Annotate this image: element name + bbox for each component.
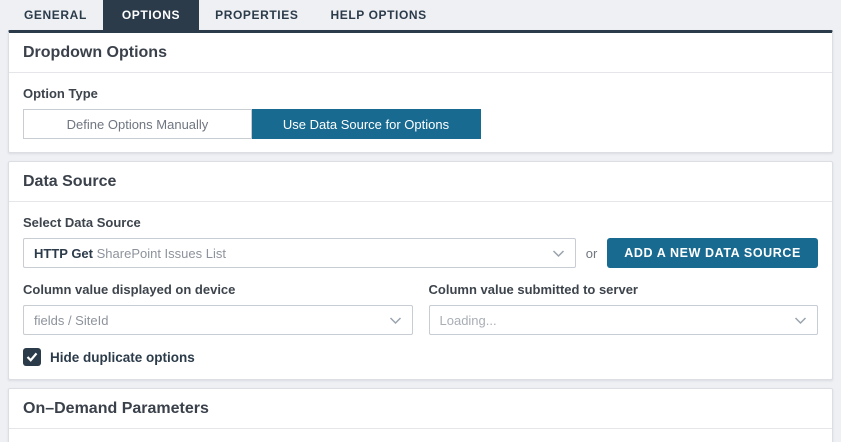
data-source-panel: Data Source Select Data Source HTTP Get …: [8, 161, 833, 380]
use-data-source-button[interactable]: Use Data Source for Options: [252, 109, 481, 139]
hide-duplicates-label: Hide duplicate options: [50, 350, 195, 365]
option-type-segmented-control: Define Options Manually Use Data Source …: [23, 109, 818, 139]
select-data-source-label: Select Data Source: [23, 215, 818, 230]
display-column-group: Column value displayed on device fields …: [23, 282, 413, 335]
display-column-select[interactable]: fields / SiteId: [23, 305, 413, 335]
chevron-down-icon: [552, 246, 565, 261]
tab-help-options[interactable]: HELP OPTIONS: [314, 0, 442, 30]
on-demand-parameters-title: On–Demand Parameters: [9, 389, 832, 429]
tab-bar: GENERAL OPTIONS PROPERTIES HELP OPTIONS: [8, 0, 833, 30]
data-source-title: Data Source: [9, 162, 832, 202]
chevron-down-icon: [794, 313, 807, 328]
submit-column-label: Column value submitted to server: [429, 282, 819, 297]
option-type-label: Option Type: [23, 86, 818, 101]
column-mapping-row: Column value displayed on device fields …: [23, 282, 818, 335]
data-source-name: SharePoint Issues List: [97, 246, 226, 261]
data-source-type: HTTP Get: [34, 246, 93, 261]
tab-general[interactable]: GENERAL: [8, 0, 103, 30]
dropdown-options-body: Option Type Define Options Manually Use …: [9, 73, 832, 152]
chevron-down-icon: [389, 313, 402, 328]
tab-options[interactable]: OPTIONS: [103, 0, 199, 30]
checkmark-icon: [26, 352, 38, 362]
hide-duplicates-row: Hide duplicate options: [23, 348, 818, 366]
add-new-data-source-button[interactable]: ADD A NEW DATA SOURCE: [607, 238, 818, 268]
display-column-label: Column value displayed on device: [23, 282, 413, 297]
dropdown-options-title: Dropdown Options: [9, 33, 832, 73]
data-source-row: HTTP Get SharePoint Issues List or ADD A…: [23, 238, 818, 268]
on-demand-parameters-body: SiteID T SiteName Site Name: [9, 429, 832, 442]
display-column-value: fields / SiteId: [34, 313, 381, 328]
submit-column-select[interactable]: Loading...: [429, 305, 819, 335]
hide-duplicates-checkbox[interactable]: [23, 348, 41, 366]
or-label: or: [586, 246, 598, 261]
data-source-select[interactable]: HTTP Get SharePoint Issues List: [23, 238, 576, 268]
submit-column-value: Loading...: [440, 313, 787, 328]
submit-column-group: Column value submitted to server Loading…: [429, 282, 819, 335]
tab-properties[interactable]: PROPERTIES: [199, 0, 314, 30]
define-options-manually-button[interactable]: Define Options Manually: [23, 109, 252, 139]
dropdown-options-panel: Dropdown Options Option Type Define Opti…: [8, 30, 833, 153]
on-demand-parameters-panel: On–Demand Parameters SiteID T SiteName S…: [8, 388, 833, 442]
data-source-body: Select Data Source HTTP Get SharePoint I…: [9, 202, 832, 379]
